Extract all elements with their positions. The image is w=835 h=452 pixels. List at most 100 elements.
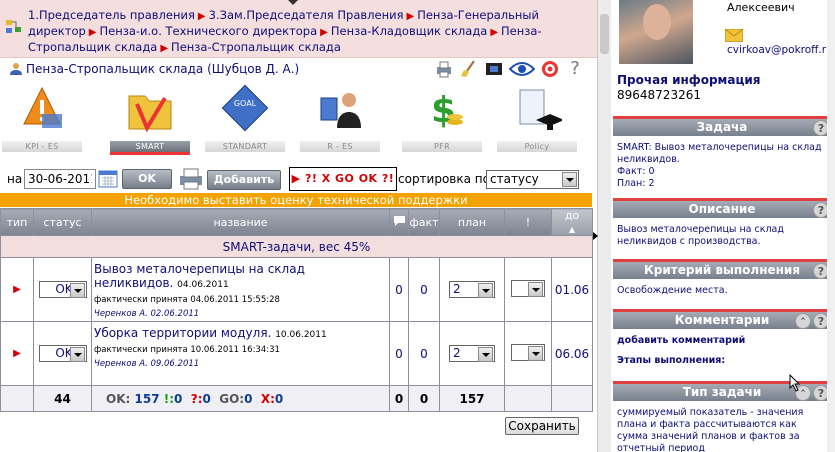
panel-line: Вывоз металочерепицы на склад неликвидов… <box>617 224 784 247</box>
panel-body: Вывоз металочерепицы на склад неликвидов… <box>613 218 831 252</box>
film-icon[interactable] <box>484 60 504 78</box>
panel-header[interactable]: Критерий выполнения? <box>613 259 831 279</box>
breadcrumb-arrow-icon: ▶ <box>88 27 97 38</box>
tab-pfr[interactable]: $ PFR <box>402 84 482 154</box>
col-header-flag[interactable]: ! <box>504 208 552 236</box>
ok-button[interactable]: OK <box>122 169 172 189</box>
table-row[interactable]: ▶ OK Уборка территории модуля. 10.06.201… <box>0 321 593 386</box>
tab-kpi[interactable]: KPI - ES <box>2 84 82 154</box>
col-header-plan[interactable]: план <box>439 208 505 236</box>
table-row[interactable]: ▶ OK Вывоз металочерепицы на склад нелик… <box>0 257 593 322</box>
panel-title: Критерий выполнения <box>643 263 801 277</box>
broom-icon[interactable] <box>459 60 479 78</box>
tab-label: SMART <box>110 141 190 155</box>
col-header-deadline[interactable]: до ▲ <box>551 208 593 236</box>
collapse-icon[interactable]: ⌃ <box>795 313 811 329</box>
comments-count[interactable]: 0 <box>389 257 409 322</box>
plan-select[interactable]: 2 <box>449 345 495 362</box>
panel-line: SMART: Вывоз металочерепицы на склад нел… <box>617 142 822 165</box>
print-icon[interactable] <box>434 60 454 78</box>
col-header-status[interactable]: статус <box>33 208 92 236</box>
panel-header[interactable]: Задача? <box>613 116 831 136</box>
status-select[interactable]: OK <box>38 281 87 298</box>
status-select[interactable]: OK <box>38 345 87 362</box>
excl-label: !: <box>163 391 175 406</box>
eye-icon[interactable] <box>509 60 535 78</box>
sort-asc-icon: ▲ <box>568 225 576 234</box>
main-pane: 1.Председатель правления ▶ 3.Зам.Председат… <box>0 0 597 452</box>
sort-select[interactable]: статусу <box>486 170 579 189</box>
plan-select[interactable]: 2 <box>449 281 495 298</box>
sidebar-scrollbar[interactable] <box>827 0 835 452</box>
chevron-down-icon <box>478 283 493 298</box>
svg-text:$: $ <box>431 90 456 131</box>
type-arrow-icon: ▶ <box>0 257 34 322</box>
breadcrumb-item[interactable]: Пенза-Кладовщик склада <box>331 24 487 38</box>
calendar-icon[interactable] <box>98 169 118 189</box>
col-header-fact[interactable]: факт <box>408 208 440 236</box>
avatar <box>619 0 693 64</box>
profile-email[interactable]: cvirkoav@pokroff.ru <box>727 44 833 56</box>
col-header-comments[interactable] <box>389 208 409 236</box>
breadcrumb-item[interactable]: 3.Зам.Председателя Правления <box>209 8 404 22</box>
breadcrumb-item[interactable]: Пенза-и.о. Технического директора <box>99 24 317 38</box>
svg-text:GOAL: GOAL <box>234 99 257 108</box>
col-header-type[interactable]: тип <box>0 208 34 236</box>
status-legend[interactable]: ▶ ?! X GO OK ?! <box>289 167 397 191</box>
comments-count[interactable]: 0 <box>389 321 409 386</box>
plan-value: 2 <box>453 282 461 296</box>
panel-title: Тип задачи <box>682 385 762 399</box>
panel-header[interactable]: Комментарии ⌃? <box>613 309 831 329</box>
breadcrumb-item[interactable]: 1.Председатель правления <box>28 8 195 22</box>
task-table: тип статус название факт план ! до ▲ SMAR… <box>0 208 593 412</box>
collapse-arrow-icon[interactable] <box>593 232 598 240</box>
panel-line: Факт: 0 <box>617 166 655 177</box>
excl-count: 0 <box>174 391 183 406</box>
target-icon[interactable] <box>540 60 560 78</box>
totals-fact: 0 <box>408 385 440 412</box>
module-tabs: KPI - ES SMART GOAL STANDART R - ES $ PF… <box>0 84 597 155</box>
tab-res[interactable]: R - ES <box>300 84 380 154</box>
status-cell: OK <box>33 257 92 322</box>
task-fact-note: фактически принята 10.06.2011 16:34:31 <box>94 345 280 355</box>
panel-header[interactable]: Описание? <box>613 198 831 218</box>
profile-name: Алексеевич <box>727 1 795 14</box>
toolbar: ? <box>434 58 585 80</box>
go-label: GO: <box>219 391 245 406</box>
panel-task: Задача? SMART: Вывоз металочерепицы на с… <box>613 116 831 194</box>
panel-line: Этапы выполнения: <box>617 355 726 366</box>
breadcrumb-item-current[interactable]: Пенза-Стропальщик склада <box>171 40 341 54</box>
flag-select[interactable] <box>511 279 545 297</box>
task-title[interactable]: Уборка территории модуля. <box>94 326 271 340</box>
add-button[interactable]: Добавить <box>207 170 281 190</box>
flag-cell <box>504 321 552 386</box>
mail-icon[interactable] <box>725 29 743 42</box>
flag-select[interactable] <box>511 343 545 361</box>
tab-policy[interactable]: Policy <box>497 84 577 154</box>
save-button[interactable]: Сохранить <box>505 417 579 435</box>
totals-row: 44 OK: 157 !:0 ?:0 GO:0 X:0 0 0 157 <box>0 385 593 412</box>
comment-icon <box>393 215 405 226</box>
panel-comments: Комментарии ⌃? добавить комментарий Этапы… <box>613 309 831 371</box>
totals-spacer <box>504 385 552 412</box>
tab-smart[interactable]: SMART <box>110 84 190 155</box>
fact-value: 0 <box>408 321 440 386</box>
breadcrumb-arrow-icon: ▶ <box>406 11 415 22</box>
help-icon[interactable]: ? <box>565 60 585 78</box>
panel-line: Освобождение места. <box>617 285 728 296</box>
plan-cell: 2 <box>439 321 505 386</box>
date-label: на <box>7 172 23 186</box>
go-count: 0 <box>244 391 253 406</box>
question-label: ?: <box>190 391 203 406</box>
scroll-thumb[interactable] <box>600 14 609 54</box>
main-scrollbar[interactable] <box>597 0 611 452</box>
date-input[interactable] <box>24 169 96 189</box>
tab-label: STANDART <box>205 141 285 152</box>
tab-standart[interactable]: GOAL STANDART <box>205 84 285 154</box>
col-header-name[interactable]: название <box>91 208 390 236</box>
profile-phone: 89648723261 <box>617 88 701 102</box>
totals-stats: OK: 157 !:0 ?:0 GO:0 X:0 <box>91 385 390 412</box>
add-comment-link[interactable]: добавить комментарий <box>617 335 827 347</box>
goal-icon: GOAL <box>221 84 269 132</box>
print-icon[interactable] <box>178 167 204 191</box>
